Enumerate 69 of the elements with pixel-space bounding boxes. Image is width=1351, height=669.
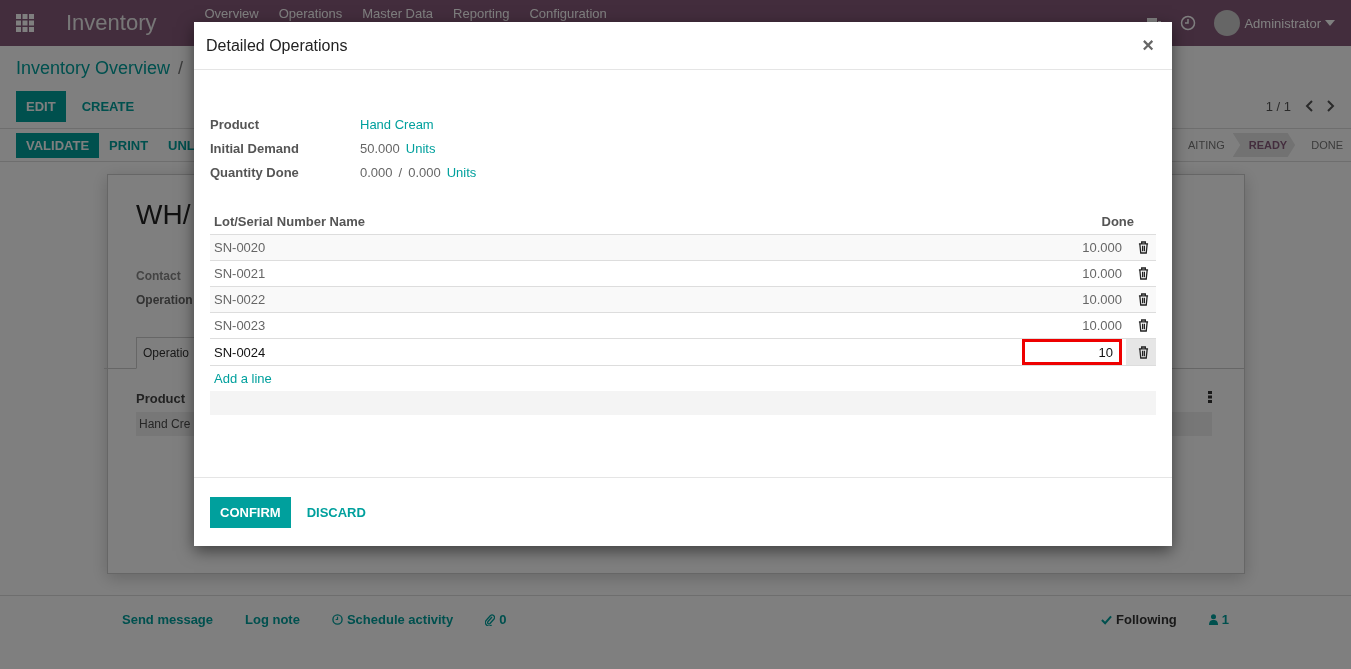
menu-item[interactable]: Operations [278,6,343,21]
table-cell[interactable]: 10.000 [755,260,1126,287]
quantity-input[interactable]: 10 [1022,339,1122,365]
user-name[interactable]: Administrator [1244,15,1321,31]
menu-item[interactable]: Reporting [453,6,510,21]
person-icon [1208,614,1218,625]
column-header: Product [136,391,186,406]
close-button[interactable]: × [1136,33,1160,58]
status-stage[interactable]: READY [1232,133,1296,157]
discard-button[interactable]: DISCARD [296,496,376,528]
schedule-activity-link[interactable]: Schedule activity [331,612,454,627]
log-note-link[interactable]: Log note [245,612,300,627]
field-value: 0.000 [408,164,441,180]
previous-icon[interactable] [1305,100,1313,112]
action-button[interactable]: PRINT [99,132,159,158]
menu-item[interactable]: Configuration [529,6,607,21]
next-icon[interactable] [1327,100,1335,112]
field-link[interactable]: Hand Cream [360,116,434,132]
caret-icon[interactable] [1325,20,1335,26]
breadcrumb-separator: / [178,58,184,80]
following-button[interactable]: Following [1101,612,1177,627]
followers-button[interactable]: 1 [1208,612,1229,627]
column-header: Done [755,208,1156,235]
clock-icon[interactable] [1180,15,1197,31]
add-line-link[interactable]: Add a line [214,371,272,386]
dialog-title: Detailed Operations [206,36,348,55]
table-cell[interactable]: SN-0024 [210,338,756,366]
action-button[interactable]: VALIDATE [16,132,100,158]
field-label: Operation [136,293,193,307]
field-value: 0.000 [360,164,393,180]
table-cell[interactable]: SN-0021 [210,260,756,287]
menu-item[interactable]: Overview [204,6,259,21]
table-cell[interactable]: SN-0020 [210,234,756,261]
table-cell[interactable]: 10.000 [755,286,1126,313]
column-header: Lot/Serial Number Name [210,208,756,235]
field-label: Contact [136,269,181,283]
action-button[interactable]: UNL [158,132,205,158]
send-message-link[interactable]: Send message [122,612,214,627]
table-cell[interactable]: SN-0023 [210,312,756,339]
edit-button[interactable]: EDIT [16,90,66,122]
create-button[interactable]: CREATE [71,90,145,122]
kebab-icon[interactable] [1208,391,1212,403]
table-cell[interactable]: 10.000 [755,234,1126,261]
attachments-link[interactable]: 0 [485,612,507,627]
paperclip-icon [485,613,496,626]
menu-item[interactable]: Master Data [362,6,434,21]
trash-icon[interactable] [1138,345,1149,359]
operations-tab[interactable]: Operatio [136,337,197,369]
field-label: Product [210,116,261,132]
check-icon [1101,614,1113,625]
field-link[interactable]: Units [405,140,436,156]
field-label: Quantity Done [210,164,300,180]
field-value: 50.000 [360,140,400,156]
trash-icon[interactable] [1138,241,1149,254]
field-label: Initial Demand [210,140,300,156]
confirm-button[interactable]: CONFIRM [210,496,291,528]
app-name: Inventory [66,10,157,36]
field-link[interactable]: Units [446,164,477,180]
table-cell[interactable]: 10.000 [755,312,1126,339]
record-title: WH/ [136,199,191,231]
field-value: / [398,164,403,180]
breadcrumb-link[interactable]: Inventory Overview [16,58,171,84]
pager-counter: 1 / 1 [1265,98,1291,114]
trash-icon[interactable] [1138,319,1149,332]
trash-icon[interactable] [1138,267,1149,280]
apps-grid-icon[interactable] [16,14,34,32]
trash-icon[interactable] [1138,293,1149,306]
clock-icon [331,614,343,625]
table-cell[interactable]: SN-0022 [210,286,756,313]
